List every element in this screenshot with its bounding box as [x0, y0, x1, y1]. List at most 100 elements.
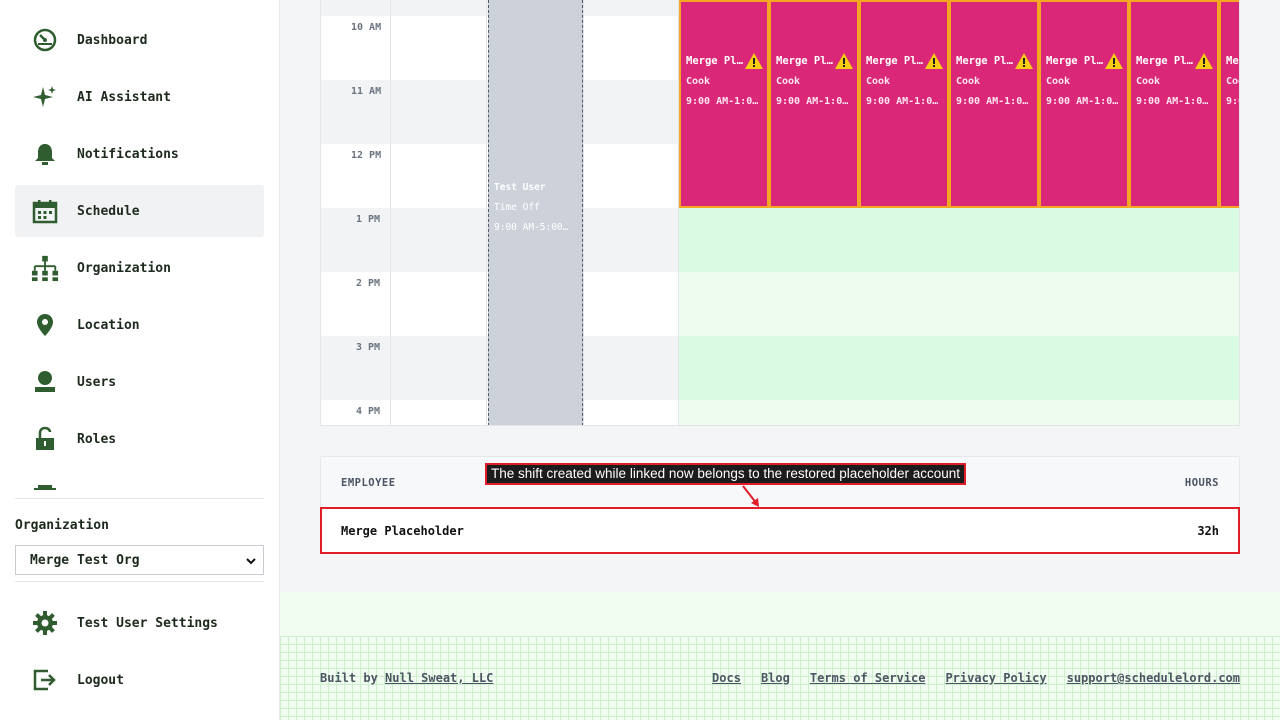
footer: Built by Null Sweat, LLC Docs Blog Terms…: [280, 636, 1280, 720]
shift-block[interactable]: Merge Pl… Cook 9:00 AM-1:0…: [949, 0, 1039, 208]
lock-icon: [31, 425, 59, 453]
sidebar-nav: Dashboard AI Assistant Notifications Sch…: [15, 14, 264, 490]
organization-select[interactable]: Merge Test Org: [15, 545, 264, 575]
warning-icon: [834, 52, 854, 74]
org-chart-icon: [31, 254, 59, 282]
dashboard-icon: [31, 26, 59, 54]
logout-icon: [31, 666, 59, 694]
shift-time: 9:00 AM-1:0…: [956, 96, 1029, 107]
shift-role: Cook: [956, 76, 981, 87]
time-column: 10 AM 11 AM 12 PM 1 PM 2 PM 3 PM 4 PM: [321, 0, 391, 425]
warning-icon: [1014, 52, 1034, 74]
shift-employee: Merge Pl…: [1136, 55, 1193, 67]
warning-icon: [744, 52, 764, 74]
sidebar-bottom-nav: Test User Settings Logout: [15, 597, 264, 711]
sidebar-item-roles[interactable]: Roles: [15, 413, 264, 465]
shift-time: 9:00 AM-1:0…: [1046, 96, 1119, 107]
shift-role: Cook: [1136, 76, 1161, 87]
shift-role: Cook: [866, 76, 891, 87]
sidebar-item-settings[interactable]: Test User Settings: [15, 597, 264, 649]
time-label: 10 AM: [351, 22, 382, 33]
gear-icon: [31, 609, 59, 637]
organization-label: Organization: [15, 518, 109, 533]
warning-icon: [1194, 52, 1214, 74]
shift-time: 9:00 AM-1:0…: [1136, 96, 1209, 107]
annotation-arrow-icon: [742, 485, 759, 507]
column-header-employee: EMPLOYEE: [341, 477, 396, 489]
sidebar-item-ai-assistant[interactable]: AI Assistant: [15, 71, 264, 123]
time-label: 12 PM: [351, 150, 382, 161]
sidebar-item-schedule[interactable]: Schedule: [15, 185, 264, 237]
footer-link-terms[interactable]: Terms of Service: [810, 671, 926, 685]
folder-icon: [31, 482, 59, 490]
sidebar-item-label: Test User Settings: [77, 615, 218, 631]
shift-employee: Merge Pl…: [1226, 55, 1239, 67]
shift-block[interactable]: Merge Pl… Cook 9:00 AM-1:0…: [1039, 0, 1129, 208]
calendar-icon: [31, 197, 59, 225]
warning-icon: [1104, 52, 1124, 74]
time-label: 11 AM: [351, 86, 382, 97]
sparkle-icon: [31, 83, 59, 111]
annotation-highlight-box: [320, 507, 1240, 554]
sidebar-item-users[interactable]: Users: [15, 356, 264, 408]
time-label: 2 PM: [356, 278, 381, 289]
shift-employee: Merge Pl…: [686, 55, 743, 67]
sidebar-item-label: Dashboard: [77, 32, 148, 48]
sidebar-item-label: Notifications: [77, 146, 179, 162]
shift-role: Cook: [686, 76, 711, 87]
sidebar-item-label: AI Assistant: [77, 89, 171, 105]
built-by-prefix: Built by: [320, 671, 378, 685]
warning-icon: [924, 52, 944, 74]
shift-block[interactable]: Merge Pl… Cook 9:00 AM-1:0…: [769, 0, 859, 208]
shift-time: 9:00 AM-1:0…: [776, 96, 849, 107]
sidebar-item-partial[interactable]: [15, 470, 264, 490]
sidebar-item-organization[interactable]: Organization: [15, 242, 264, 294]
day-column-divider: [486, 0, 487, 425]
sidebar-item-label: Logout: [77, 672, 124, 688]
sidebar-item-label: Location: [77, 317, 140, 333]
footer-link-support-email[interactable]: support@schedulelord.com: [1067, 671, 1240, 685]
shift-block[interactable]: Merge Pl… Cook 9:00 AM-1:0…: [679, 0, 769, 208]
time-label: 3 PM: [356, 342, 381, 353]
footer-link-blog[interactable]: Blog: [761, 671, 790, 685]
footer-spacer: [280, 592, 1280, 636]
sidebar-item-logout[interactable]: Logout: [15, 654, 264, 706]
schedule-calendar: 10 AM 11 AM 12 PM 1 PM 2 PM 3 PM 4 PM Te…: [320, 0, 1240, 426]
footer-link-docs[interactable]: Docs: [712, 671, 741, 685]
time-label: 1 PM: [356, 214, 381, 225]
shift-block[interactable]: Merge Pl… Cook 9:00 AM-1:0…: [859, 0, 949, 208]
available-slot: [679, 208, 1239, 272]
user-icon: [31, 368, 59, 396]
footer-links: Docs Blog Terms of Service Privacy Polic…: [712, 671, 1240, 685]
shift-employee: Merge Pl…: [866, 55, 923, 67]
sidebar-item-dashboard[interactable]: Dashboard: [15, 14, 264, 66]
company-link[interactable]: Null Sweat, LLC: [385, 671, 493, 685]
sidebar-divider: [15, 498, 264, 499]
chevron-down-icon: [245, 555, 257, 571]
column-header-hours: HOURS: [1184, 477, 1219, 489]
time-off-type: Time Off: [494, 202, 540, 213]
time-off-time: 9:00 AM-5:00…: [494, 222, 569, 233]
time-off-user: Test User: [494, 182, 546, 193]
annotation-callout: The shift created while linked now belon…: [485, 463, 967, 485]
footer-link-privacy[interactable]: Privacy Policy: [945, 671, 1046, 685]
built-by: Built by Null Sweat, LLC: [320, 671, 493, 685]
shift-employee: Merge Pl…: [776, 55, 833, 67]
sidebar-item-label: Organization: [77, 260, 171, 276]
shift-role: Cook: [776, 76, 801, 87]
time-off-block[interactable]: Test User Time Off 9:00 AM-5:00…: [488, 0, 583, 425]
sidebar-item-label: Schedule: [77, 203, 140, 219]
bell-icon: [31, 140, 59, 168]
shift-employee: Merge Pl…: [1046, 55, 1103, 67]
day-column-divider: [583, 0, 584, 425]
sidebar-item-notifications[interactable]: Notifications: [15, 128, 264, 180]
shift-time: 9:00 AM-1:0…: [866, 96, 939, 107]
sidebar-item-label: Users: [77, 374, 117, 390]
shift-employee: Merge Pl…: [956, 55, 1013, 67]
shift-block[interactable]: Merge Pl… Cook 9:00 AM-1:0…: [1219, 0, 1239, 208]
sidebar-divider: [15, 581, 264, 582]
sidebar: Dashboard AI Assistant Notifications Sch…: [0, 0, 280, 720]
sidebar-item-location[interactable]: Location: [15, 299, 264, 351]
time-label: 4 PM: [356, 406, 381, 417]
shift-block[interactable]: Merge Pl… Cook 9:00 AM-1:0…: [1129, 0, 1219, 208]
